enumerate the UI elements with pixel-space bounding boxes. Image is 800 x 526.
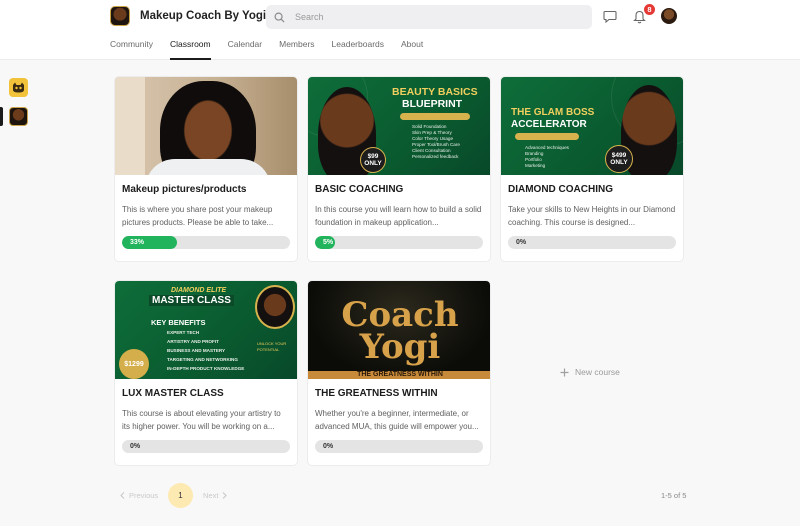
course-thumbnail: DIAMOND ELITE MASTER CLASS KEY BENEFITS … <box>115 281 297 379</box>
pagination-previous[interactable]: Previous <box>120 491 158 500</box>
thumb-bullet: TARGETING AND NETWORKING <box>167 357 238 362</box>
thumb-title-line1: THE GLAM BOSS <box>511 107 595 118</box>
tab-members[interactable]: Members <box>279 37 314 60</box>
course-thumbnail: BEAUTY BASICS BLUEPRINT Solid Foundation… <box>308 77 490 175</box>
user-avatar[interactable] <box>661 8 677 24</box>
course-card[interactable]: Coach Yogi THE GREATNESS WITHIN THE GREA… <box>307 280 491 466</box>
course-card[interactable]: DIAMOND ELITE MASTER CLASS KEY BENEFITS … <box>114 280 298 466</box>
price-badge: $99 ONLY <box>360 147 386 173</box>
progress-label: 0% <box>516 239 527 246</box>
price-value: $99 <box>367 153 379 160</box>
pagination-next-label: Next <box>203 491 219 500</box>
progress-label: 0% <box>323 443 334 450</box>
new-course-button[interactable]: New course <box>560 367 620 377</box>
course-progress-bar: 33% <box>122 236 290 249</box>
person-shirt <box>145 159 271 175</box>
thumb-bullet: Personalized feedback <box>412 154 459 159</box>
thumb-title-line1: DIAMOND ELITE <box>171 287 227 294</box>
rail-active-indicator <box>0 107 3 126</box>
thumb-title-line2: BLUEPRINT <box>402 98 463 110</box>
pagination-previous-label: Previous <box>129 491 159 500</box>
new-course-label: New course <box>575 367 620 377</box>
course-thumbnail: THE GLAM BOSS ACCELERATOR Advanced techn… <box>501 77 683 175</box>
course-progress-bar: 0% <box>315 440 483 453</box>
chevron-left-icon <box>120 492 125 499</box>
course-progress-bar: 0% <box>508 236 676 249</box>
nav-tabs: Community Classroom Calendar Members Lea… <box>110 37 440 60</box>
course-description: In this course you will learn how to bui… <box>315 205 482 227</box>
course-title: BASIC COACHING <box>315 184 404 195</box>
notifications-button[interactable]: 8 <box>633 3 656 26</box>
course-thumbnail <box>115 77 297 175</box>
thumb-tagline: UNLOCK YOUR POTENTIAL <box>257 341 287 352</box>
pagination-count: 1-5 of 5 <box>661 491 687 500</box>
course-progress-bar: 5% <box>315 236 483 249</box>
thumb-heading: KEY BENEFITS <box>151 318 206 327</box>
thumb-title-line1: BEAUTY BASICS <box>392 86 478 98</box>
person-image <box>255 285 295 329</box>
tab-leaderboards[interactable]: Leaderboards <box>332 37 384 60</box>
course-description: Take your skills to New Heights in our D… <box>508 205 676 227</box>
thumb-bullets: Solid Foundation Skin Prep & Theory Colo… <box>412 124 460 160</box>
course-title: LUX MASTER CLASS <box>122 388 224 399</box>
tab-classroom[interactable]: Classroom <box>169 37 211 60</box>
chat-icon[interactable] <box>603 10 617 28</box>
course-card[interactable]: THE GLAM BOSS ACCELERATOR Advanced techn… <box>500 76 684 262</box>
notification-badge: 8 <box>643 3 656 16</box>
thumb-bullet: BUSINESS AND MASTERY <box>167 348 226 353</box>
search-bar[interactable] <box>266 5 592 29</box>
price-sub: ONLY <box>610 159 628 166</box>
course-description: This course is about elevating your arti… <box>122 409 281 431</box>
thumb-bullets: EXPERT TECH ARTISTRY AND PROFIT BUSINESS… <box>167 328 244 373</box>
thumb-band-text: THE GREATNESS WITHIN <box>357 371 443 378</box>
course-card[interactable]: Makeup pictures/products This is where y… <box>114 76 298 262</box>
tab-community[interactable]: Community <box>110 37 153 60</box>
progress-label: 33% <box>130 239 145 246</box>
course-thumbnail: Coach Yogi THE GREATNESS WITHIN <box>308 281 490 379</box>
progress-label: 0% <box>130 443 141 450</box>
thumb-ribbon <box>515 133 579 140</box>
pagination-page-1[interactable]: 1 <box>168 483 193 508</box>
course-card[interactable]: BEAUTY BASICS BLUEPRINT Solid Foundation… <box>307 76 491 262</box>
rail-community-cat[interactable] <box>9 78 28 97</box>
thumb-bullet: EXPERT TECH <box>167 330 200 335</box>
course-description: Whether you're a beginner, intermediate,… <box>315 409 479 431</box>
search-input[interactable] <box>295 12 575 22</box>
top-header: Makeup Coach By Yogi 8 Community Classro… <box>0 0 800 60</box>
thumb-bullets: Advanced techniques Branding Portfolio M… <box>525 145 569 169</box>
price-sub: ONLY <box>364 160 382 167</box>
pagination-next[interactable]: Next <box>203 491 228 500</box>
thumb-title-line2: ACCELERATOR <box>511 119 587 130</box>
course-title: Makeup pictures/products <box>122 184 247 195</box>
thumb-title-line2: Yogi <box>359 327 441 367</box>
chevron-right-icon <box>223 492 228 499</box>
tab-about[interactable]: About <box>401 37 423 60</box>
cat-icon <box>13 82 24 93</box>
rail-community-coach[interactable] <box>9 107 28 126</box>
course-progress-bar: 0% <box>122 440 290 453</box>
course-title: DIAMOND COACHING <box>508 184 613 195</box>
price-badge: $499 ONLY <box>605 145 633 173</box>
search-icon <box>274 12 285 23</box>
course-title: THE GREATNESS WITHIN <box>315 388 438 399</box>
course-description: This is where you share post your makeup… <box>122 205 274 227</box>
thumb-bullet: ARTISTRY AND PROFIT <box>167 339 219 344</box>
price-value: $499 <box>611 152 627 159</box>
thumb-bullet: IN-DEPTH PRODUCT KNOWLEDGE <box>167 366 245 371</box>
community-logo[interactable] <box>110 6 130 26</box>
thumb-bullet: Marketing <box>525 163 546 168</box>
thumb-title-line2: MASTER CLASS <box>149 295 234 306</box>
tab-calendar[interactable]: Calendar <box>228 37 263 60</box>
thumb-band: THE GREATNESS WITHIN <box>308 371 490 379</box>
thumb-ribbon <box>400 113 470 120</box>
community-name[interactable]: Makeup Coach By Yogi <box>140 10 266 22</box>
price-badge: $1299 <box>119 349 149 379</box>
progress-label: 5% <box>323 239 334 246</box>
plus-icon <box>560 368 569 376</box>
